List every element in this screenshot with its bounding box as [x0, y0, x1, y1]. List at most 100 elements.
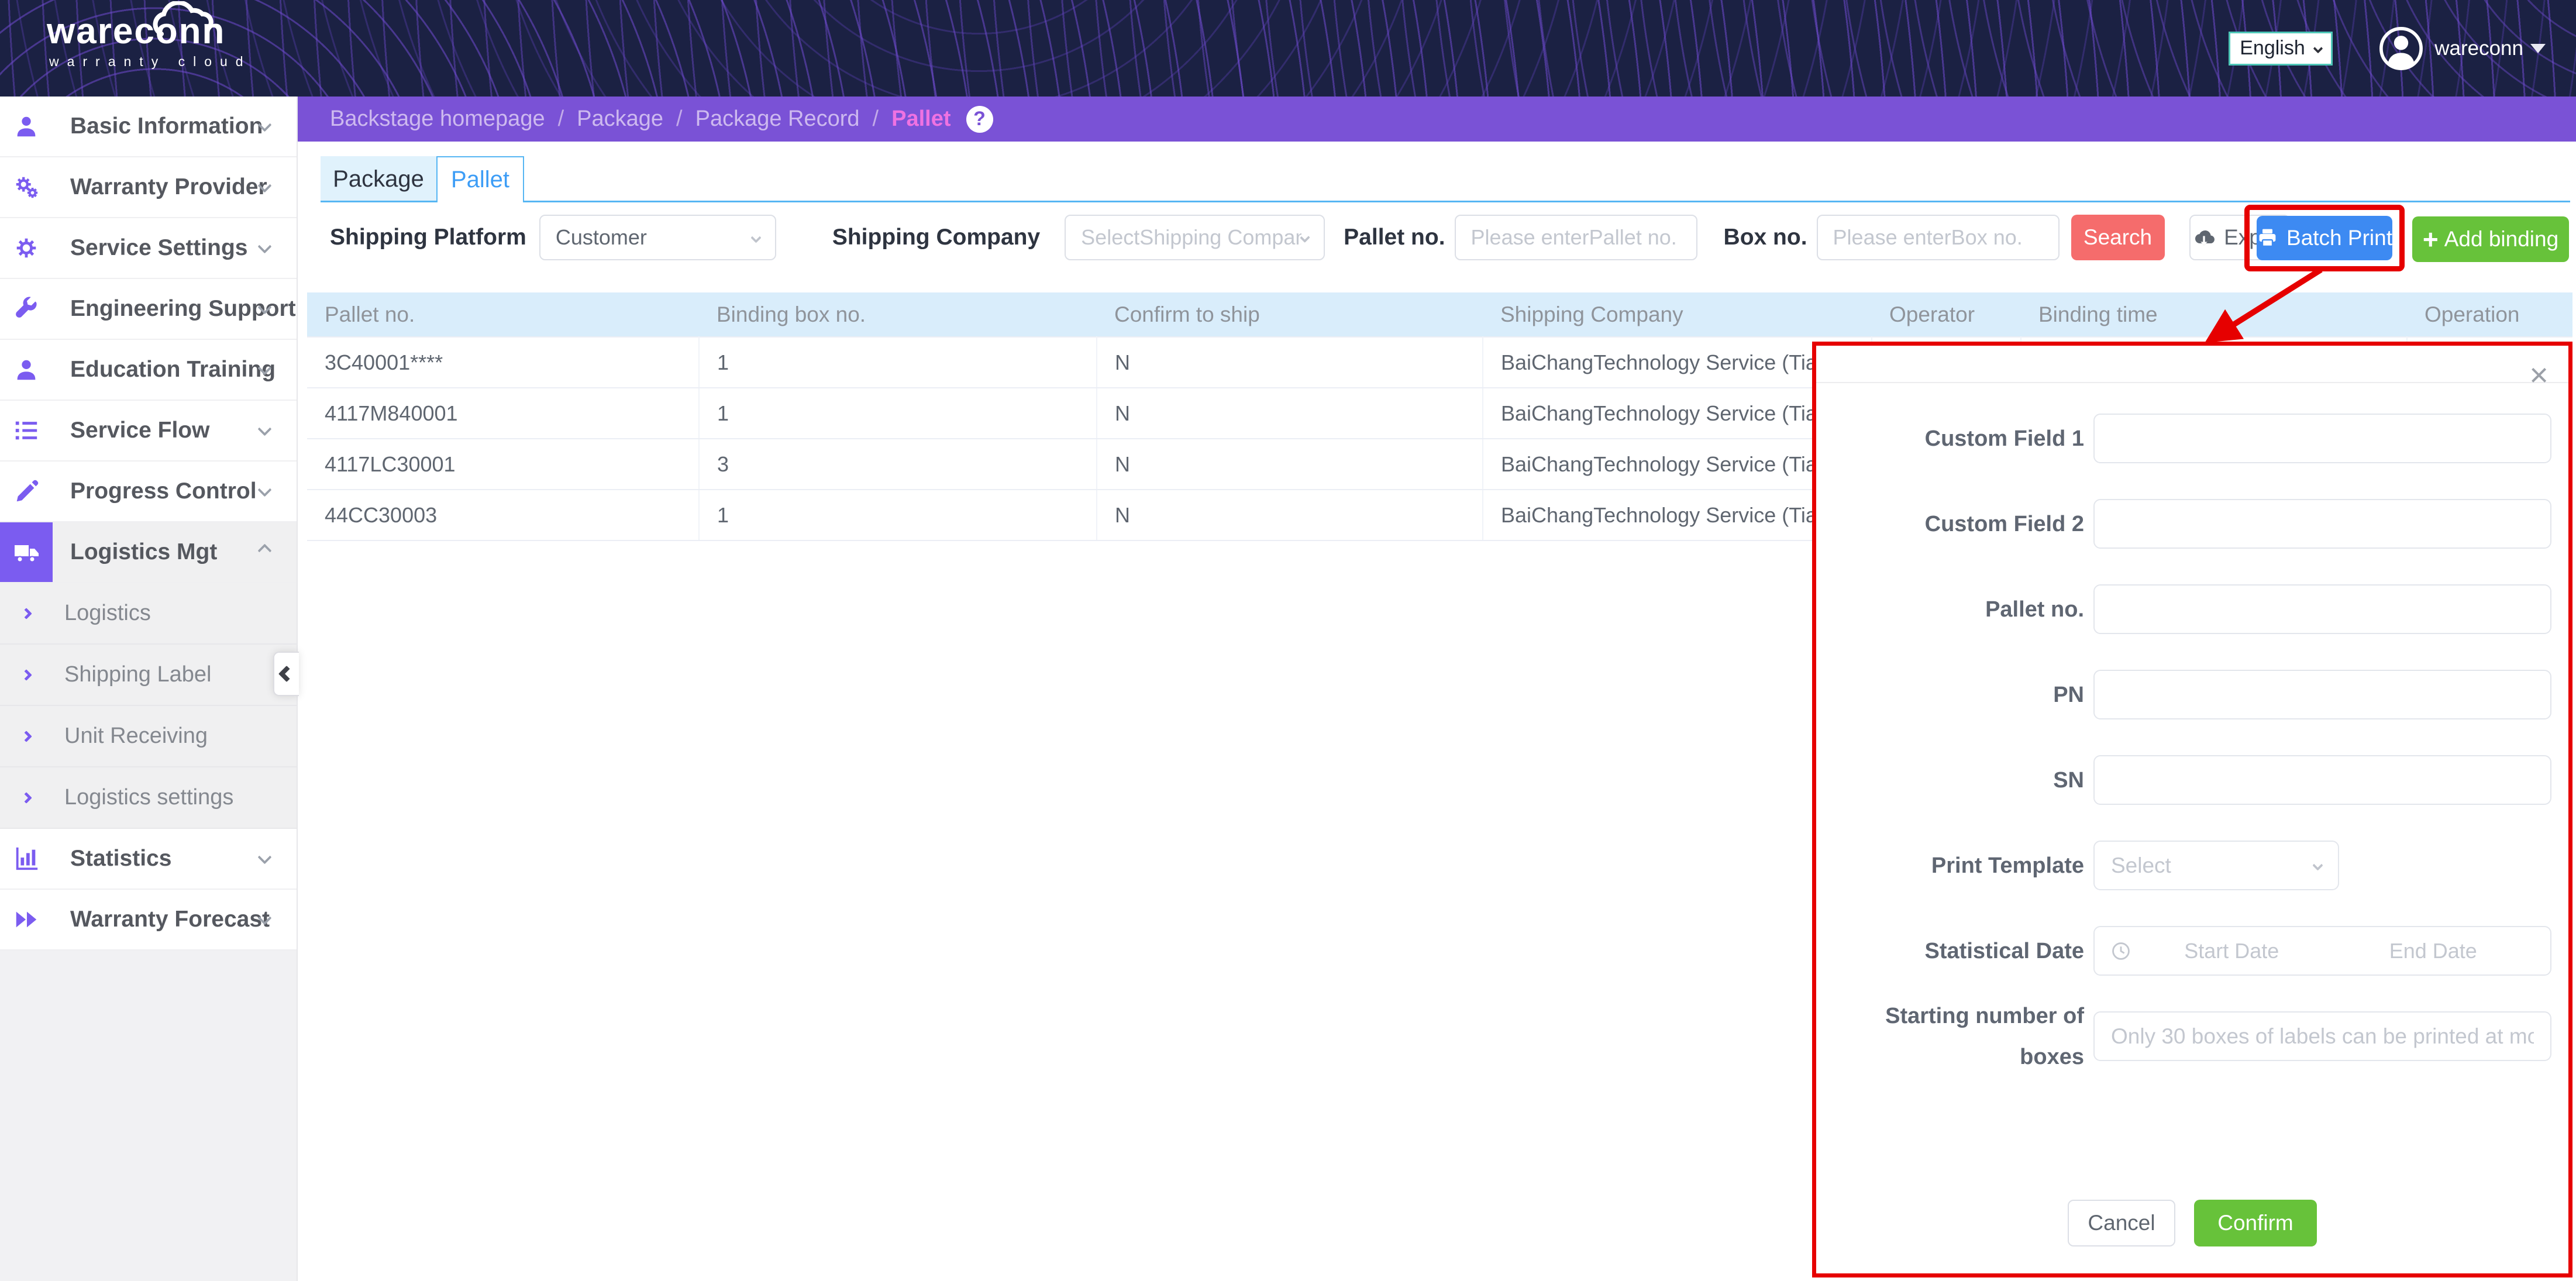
end-date-placeholder: End Date: [2333, 939, 2534, 963]
wrench-icon: [13, 295, 40, 322]
col-pallet-no[interactable]: Pallet no.: [307, 292, 699, 337]
batch-print-annotation-box: Batch Print: [2244, 205, 2405, 271]
add-binding-button[interactable]: + Add binding: [2412, 216, 2569, 262]
breadcrumb-separator: /: [558, 106, 564, 132]
chevron-right-icon: [20, 731, 32, 742]
col-operation[interactable]: Operation: [2407, 292, 2572, 337]
cancel-button[interactable]: Cancel: [2068, 1200, 2175, 1246]
custom-field-2-label: Custom Field 2: [1833, 504, 2084, 545]
close-icon[interactable]: ×: [2529, 359, 2549, 391]
starting-number-of-boxes-input[interactable]: Only 30 boxes of labels can be printed a…: [2093, 1011, 2551, 1061]
breadcrumb: Backstage homepage / Package / Package R…: [298, 97, 2576, 142]
breadcrumb-package[interactable]: Package: [577, 106, 663, 132]
chevron-down-icon: [257, 118, 271, 132]
breadcrumb-backstage-homepage[interactable]: Backstage homepage: [330, 106, 545, 132]
table-header-row: Pallet no. Binding box no. Confirm to sh…: [307, 292, 2572, 337]
user-icon: [13, 356, 40, 383]
language-select[interactable]: English: [2229, 32, 2333, 66]
pallet-no-input[interactable]: Please enterPallet no.: [1455, 215, 1697, 260]
sidebar-item-progress-control[interactable]: Progress Control: [0, 462, 297, 522]
chevron-down-icon: [257, 178, 271, 192]
sidebar-item-education-training[interactable]: Education Training: [0, 340, 297, 401]
sidebar-item-service-flow[interactable]: Service Flow: [0, 401, 297, 462]
help-icon[interactable]: ?: [966, 106, 993, 133]
chevron-up-icon: [257, 543, 271, 557]
logo[interactable]: wareconn warranty cloud: [47, 13, 252, 70]
chevron-down-icon: [257, 850, 271, 864]
sidebar-subitem-shipping-label[interactable]: Shipping Label: [0, 645, 297, 706]
tab-package[interactable]: Package: [321, 156, 436, 202]
confirm-button[interactable]: Confirm: [2194, 1200, 2317, 1246]
chevron-down-icon: [2313, 43, 2323, 53]
sidebar-item-statistics[interactable]: Statistics: [0, 829, 297, 890]
modal-pallet-no-input[interactable]: [2093, 584, 2551, 634]
sidebar-filler: [0, 951, 297, 1281]
custom-field-2-input[interactable]: [2093, 499, 2551, 549]
statistical-date-range-picker[interactable]: Start Date End Date: [2093, 926, 2551, 976]
sidebar-item-logistics-mgt[interactable]: Logistics Mgt: [0, 522, 297, 583]
col-binding-box-no[interactable]: Binding box no.: [699, 292, 1097, 337]
sidebar-item-basic-information[interactable]: Basic Information: [0, 97, 297, 157]
gear-icon: [13, 235, 40, 261]
pn-label: PN: [1833, 674, 2084, 715]
clock-icon: [2111, 941, 2131, 961]
chevron-down-icon: [2312, 860, 2323, 870]
search-button[interactable]: Search: [2071, 215, 2165, 260]
sidebar-subitem-unit-receiving[interactable]: Unit Receiving: [0, 706, 297, 767]
language-value: English: [2240, 37, 2305, 60]
breadcrumb-current-pallet: Pallet: [891, 106, 950, 132]
statistical-date-label: Statistical Date: [1833, 931, 2084, 972]
sn-input[interactable]: [2093, 755, 2551, 805]
sidebar-subitem-logistics[interactable]: Logistics: [0, 583, 297, 645]
user-icon: [13, 113, 40, 140]
breadcrumb-package-record[interactable]: Package Record: [695, 106, 860, 132]
print-template-label: Print Template: [1833, 845, 2084, 886]
shipping-platform-select[interactable]: Customer: [539, 215, 776, 260]
plus-icon: +: [2423, 228, 2439, 251]
col-operator[interactable]: Operator: [1872, 292, 2021, 337]
breadcrumb-separator: /: [676, 106, 683, 132]
sidebar-subitem-logistics-settings[interactable]: Logistics settings: [0, 767, 297, 829]
cloud-icon: [145, 1, 239, 39]
sidebar-item-warranty-forecast[interactable]: Warranty Forecast: [0, 890, 297, 951]
logo-subtitle: warranty cloud: [49, 54, 252, 70]
box-no-label: Box no.: [1724, 225, 1807, 250]
start-date-placeholder: Start Date: [2131, 939, 2333, 963]
modal-pallet-no-label: Pallet no.: [1833, 589, 2084, 630]
chevron-down-icon: [257, 422, 271, 436]
col-confirm-to-ship[interactable]: Confirm to ship: [1097, 292, 1483, 337]
chevron-down-icon: [257, 239, 271, 253]
custom-field-1-label: Custom Field 1: [1833, 418, 2084, 459]
batch-print-button[interactable]: Batch Print: [2257, 216, 2392, 260]
truck-icon: [12, 538, 40, 566]
box-no-input[interactable]: Please enterBox no.: [1817, 215, 2060, 260]
pn-input[interactable]: [2093, 670, 2551, 719]
modal-header: ×: [1816, 346, 2568, 383]
avatar[interactable]: [2378, 26, 2424, 71]
shipping-company-label: Shipping Company: [832, 225, 1040, 250]
sn-label: SN: [1833, 760, 2084, 801]
username[interactable]: wareconn: [2434, 37, 2523, 60]
wareconn-app: wareconn warranty cloud English wareconn…: [0, 0, 2576, 1281]
shipping-platform-label: Shipping Platform: [330, 225, 526, 250]
chevron-down-icon: [257, 361, 271, 375]
chevron-right-icon: [20, 608, 32, 619]
bar-chart-icon: [13, 845, 40, 872]
sidebar-collapse-button[interactable]: [273, 652, 299, 696]
breadcrumb-separator: /: [873, 106, 879, 132]
sidebar-item-service-settings[interactable]: Service Settings: [0, 218, 297, 279]
sidebar-item-warranty-provider[interactable]: Warranty Provider: [0, 157, 297, 218]
cloud-download-icon: [2192, 226, 2216, 249]
tab-pallet[interactable]: Pallet: [436, 156, 524, 202]
chevron-down-icon: [750, 232, 761, 243]
caret-down-icon[interactable]: [2530, 44, 2546, 53]
top-header: wareconn warranty cloud English wareconn: [0, 0, 2576, 97]
col-binding-time[interactable]: Binding time: [2021, 292, 2407, 337]
custom-field-1-input[interactable]: [2093, 414, 2551, 463]
col-shipping-company[interactable]: Shipping Company: [1483, 292, 1872, 337]
chevron-down-icon: [257, 911, 271, 925]
list-icon: [13, 417, 40, 444]
print-template-select[interactable]: Select: [2093, 841, 2339, 890]
sidebar-item-engineering-support[interactable]: Engineering Support: [0, 279, 297, 340]
shipping-company-select[interactable]: SelectShipping Company: [1065, 215, 1325, 260]
